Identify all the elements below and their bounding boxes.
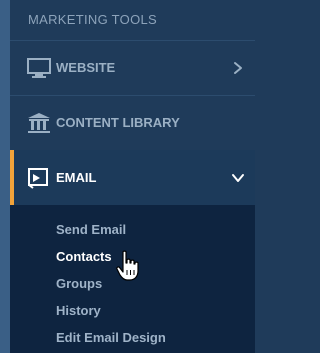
sidebar-item-email[interactable]: EMAIL	[10, 150, 255, 205]
sidebar-item-label: WEBSITE	[56, 60, 116, 75]
marketing-tools-sidebar: MARKETING TOOLS WEBSITE CONTENT LIBRARY …	[0, 0, 255, 353]
submenu-item-contacts[interactable]: Contacts	[56, 249, 112, 264]
chevron-right-icon	[231, 61, 245, 75]
sidebar-item-content-library[interactable]: CONTENT LIBRARY	[10, 95, 255, 150]
monitor-icon	[26, 56, 52, 80]
submenu-item-edit-email-design[interactable]: Edit Email Design	[56, 330, 166, 345]
library-icon	[26, 111, 52, 135]
chevron-down-icon	[231, 171, 245, 185]
submenu-item-history[interactable]: History	[56, 303, 101, 318]
email-icon	[26, 166, 52, 190]
sidebar-item-website[interactable]: WEBSITE	[10, 40, 255, 95]
hand-cursor-icon	[116, 250, 140, 282]
sidebar-item-label: CONTENT LIBRARY	[56, 115, 180, 130]
section-title: MARKETING TOOLS	[28, 12, 157, 27]
submenu-item-groups[interactable]: Groups	[56, 276, 102, 291]
sidebar-item-label: EMAIL	[56, 170, 97, 185]
left-edge-strip	[0, 0, 10, 353]
submenu-item-send-email[interactable]: Send Email	[56, 222, 126, 237]
active-accent-bar	[10, 150, 14, 205]
